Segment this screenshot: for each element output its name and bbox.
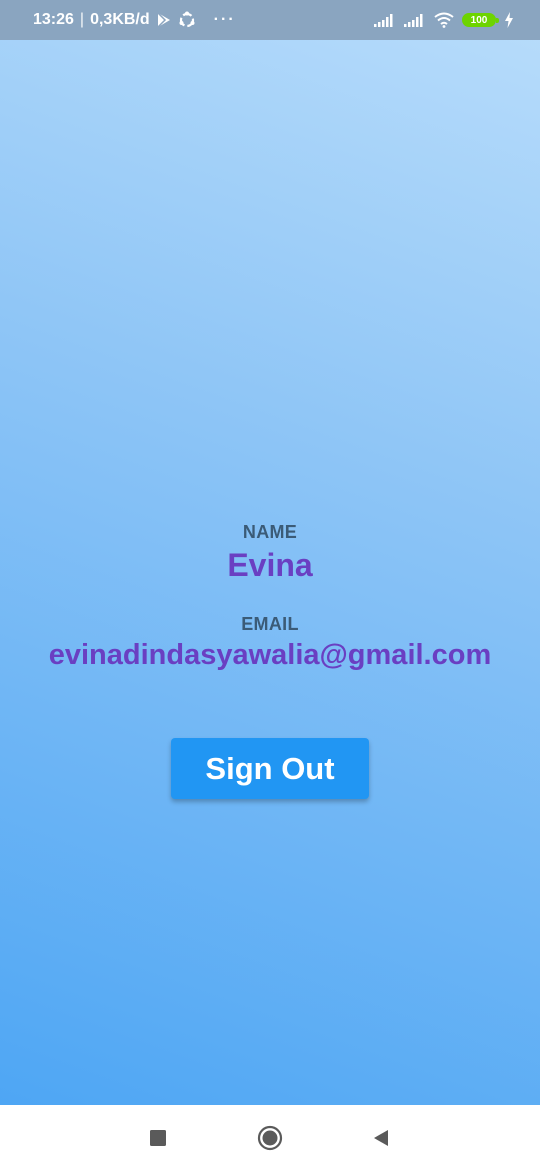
status-time: 13:26 [33,11,74,28]
signal-icon [404,13,426,27]
signal-icon [374,13,396,27]
battery-cap [496,18,499,23]
home-icon[interactable] [255,1123,285,1153]
status-separator: | [79,11,85,28]
sync-icon [178,11,196,29]
battery-icon: 100 [462,13,499,27]
recent-apps-icon[interactable] [143,1123,173,1153]
profile-info: NAME Evina EMAIL evinadindasyawalia@gmai… [0,522,540,672]
more-notifications: ··· [213,11,236,28]
battery-level: 100 [470,14,488,26]
name-label: NAME [242,522,298,542]
email-value: evinadindasyawalia@gmail.com [48,639,492,671]
sign-out-button[interactable]: Sign Out [171,738,369,799]
charging-icon [504,12,514,28]
status-right: 100 [374,0,514,40]
status-left: 13:26 | 0,3KB/d ··· [33,0,236,40]
navigation-bar [0,1105,540,1170]
wifi-icon [434,12,454,28]
network-speed: 0,3KB/d [90,11,150,28]
name-value: Evina [227,547,313,583]
status-bar: 13:26 | 0,3KB/d ··· 100 [0,0,540,40]
play-store-icon [156,12,172,28]
app-screen: 13:26 | 0,3KB/d ··· 100 NAME Evina EMAIL… [0,0,540,1105]
email-label: EMAIL [241,614,299,634]
back-icon[interactable] [366,1123,396,1153]
